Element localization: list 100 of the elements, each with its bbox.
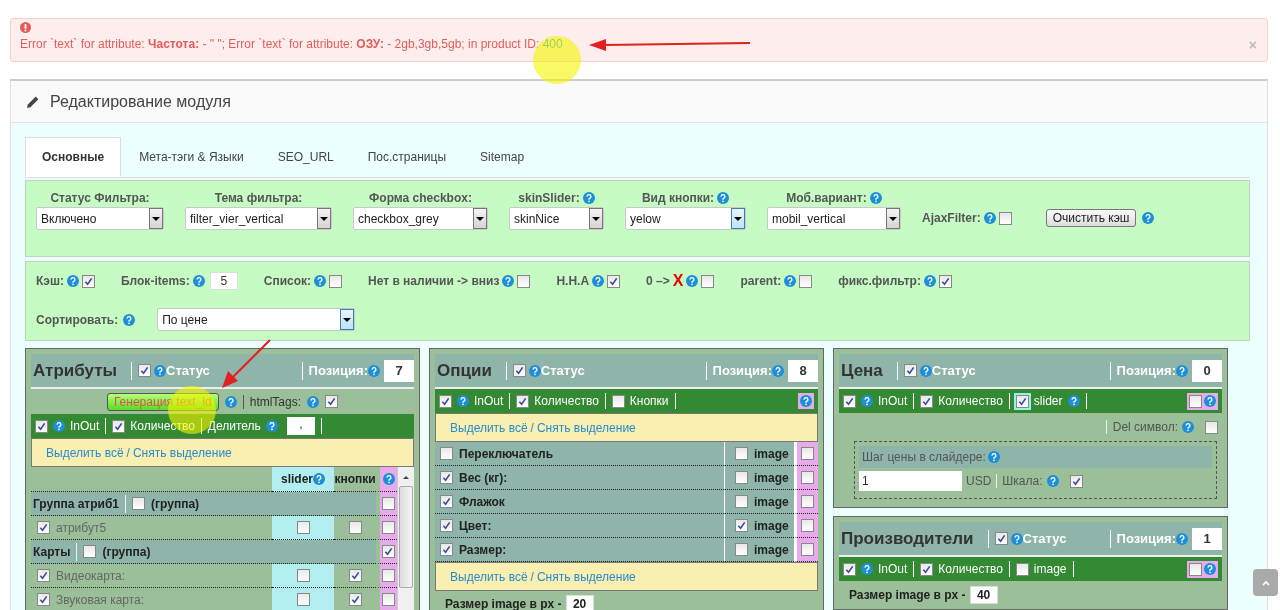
checkbox[interactable] (348, 593, 362, 606)
help-icon[interactable] (869, 192, 882, 204)
checkbox[interactable] (735, 519, 748, 532)
help-icon[interactable] (1182, 421, 1194, 433)
checkbox[interactable] (801, 519, 814, 532)
help-icon[interactable] (66, 275, 79, 287)
checkbox[interactable] (516, 394, 530, 408)
scrollbar[interactable] (397, 467, 414, 610)
position-field[interactable]: 1 (1192, 527, 1222, 550)
checkbox[interactable] (296, 521, 310, 534)
checkbox[interactable] (37, 593, 50, 606)
dropdown[interactable]: По цене (157, 308, 356, 331)
checkbox[interactable] (382, 593, 395, 606)
help-icon[interactable] (1176, 364, 1188, 377)
checkbox[interactable] (938, 274, 952, 288)
help-icon[interactable] (772, 364, 784, 377)
help-icon[interactable] (987, 451, 1000, 463)
help-icon[interactable] (800, 395, 812, 407)
checkbox[interactable] (920, 562, 934, 576)
checkbox[interactable] (440, 495, 453, 508)
checkbox[interactable] (517, 274, 531, 288)
tab[interactable]: Основные (25, 137, 122, 177)
help-icon[interactable] (457, 395, 469, 407)
checkbox[interactable] (1189, 562, 1202, 576)
checkbox[interactable] (611, 394, 625, 408)
dropdown[interactable]: mobil_vertical (767, 207, 901, 230)
checkbox[interactable] (735, 495, 748, 508)
dropdown[interactable]: skinNice (509, 207, 604, 230)
number-field[interactable]: 40 (969, 586, 998, 604)
checkbox[interactable] (994, 532, 1008, 545)
checkbox[interactable] (1189, 394, 1202, 408)
checkbox[interactable] (439, 394, 452, 408)
help-icon[interactable] (313, 473, 325, 485)
help-icon[interactable] (307, 395, 320, 408)
checkbox[interactable] (296, 569, 310, 582)
help-icon[interactable] (224, 395, 237, 408)
checkbox[interactable] (998, 211, 1012, 225)
checkbox[interactable] (1015, 394, 1029, 408)
checkbox[interactable] (325, 395, 339, 408)
checkbox[interactable] (512, 364, 526, 377)
help-icon[interactable] (528, 364, 541, 377)
checkbox[interactable] (801, 447, 814, 460)
help-icon[interactable] (368, 364, 380, 377)
checkbox[interactable] (1069, 474, 1083, 488)
checkbox[interactable] (37, 521, 50, 534)
checkbox[interactable] (440, 447, 453, 460)
help-icon[interactable] (192, 275, 205, 287)
checkbox[interactable] (440, 471, 453, 484)
checkbox[interactable] (735, 543, 748, 556)
number-field[interactable]: 5 (209, 272, 238, 290)
checkbox[interactable] (607, 274, 621, 288)
help-icon[interactable] (983, 212, 996, 224)
help-icon[interactable] (919, 364, 932, 377)
checkbox[interactable] (1015, 562, 1029, 576)
dropdown[interactable]: filter_vier_vertical (185, 207, 332, 230)
checkbox[interactable] (296, 593, 310, 606)
position-field[interactable]: 0 (1192, 359, 1222, 382)
help-icon[interactable] (265, 420, 278, 432)
step-field[interactable]: 1 (859, 471, 962, 491)
help-icon[interactable] (123, 313, 136, 326)
checkbox[interactable] (701, 274, 715, 288)
dropdown[interactable]: checkbox_grey (353, 207, 488, 230)
help-icon[interactable] (784, 275, 797, 287)
checkbox[interactable] (920, 394, 934, 408)
checkbox[interactable] (35, 419, 48, 433)
checkbox[interactable] (138, 364, 151, 377)
dropdown[interactable]: Включено (36, 207, 164, 230)
help-icon[interactable] (582, 192, 595, 204)
help-icon[interactable] (1046, 475, 1059, 487)
checkbox[interactable] (799, 274, 813, 288)
help-icon[interactable] (1204, 395, 1216, 407)
help-icon[interactable] (502, 275, 515, 287)
checkbox[interactable] (801, 495, 814, 508)
tab[interactable]: Sitemap (464, 137, 541, 177)
help-icon[interactable] (1204, 563, 1216, 575)
checkbox[interactable] (382, 521, 395, 534)
number-field[interactable]: 20 (565, 595, 594, 610)
checkbox[interactable] (843, 562, 856, 576)
checkbox[interactable] (37, 569, 50, 582)
checkbox[interactable] (382, 497, 395, 510)
clear-cache-button[interactable]: Очистить кэш (1045, 209, 1137, 227)
checkbox[interactable] (132, 497, 146, 510)
help-icon[interactable] (861, 563, 873, 575)
help-icon[interactable] (53, 420, 65, 432)
checkbox[interactable] (81, 274, 95, 288)
checkbox[interactable] (801, 471, 814, 484)
help-icon[interactable] (1176, 532, 1188, 545)
help-icon[interactable] (1142, 212, 1155, 224)
checkbox[interactable] (329, 274, 342, 288)
checkbox[interactable] (903, 364, 917, 377)
checkbox[interactable] (348, 569, 362, 582)
position-field[interactable]: 8 (788, 359, 818, 382)
checkbox[interactable] (83, 545, 97, 558)
checkbox[interactable] (735, 471, 748, 484)
tab[interactable]: Мета-тэги & Языки (123, 137, 260, 177)
help-icon[interactable] (1067, 395, 1080, 407)
scroll-top-button[interactable] (1253, 569, 1278, 596)
checkbox[interactable] (348, 521, 362, 534)
help-icon[interactable] (717, 192, 730, 204)
dropdown[interactable]: yelow (625, 207, 746, 230)
